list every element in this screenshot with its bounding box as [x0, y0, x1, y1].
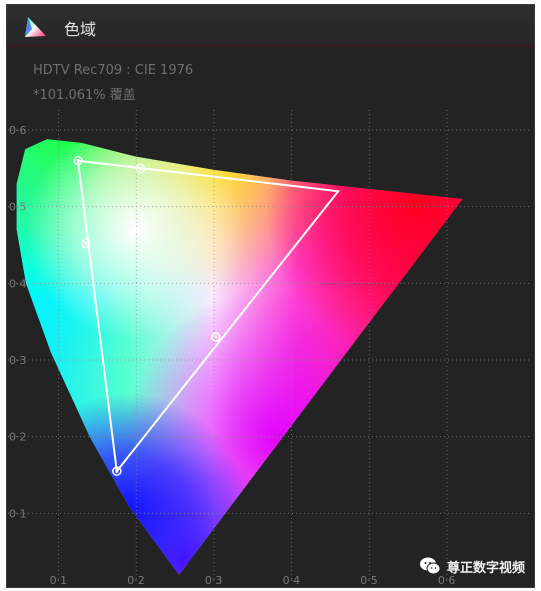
y-tick-label: 0·1 [9, 507, 27, 520]
cie-chart: 0·10·20·30·40·50·60·1 0·2 0·3 0·4 0·5 0·6 [8, 110, 530, 587]
gamut-marker-dot [134, 230, 138, 234]
x-tick-label: 0·2 [127, 574, 144, 587]
y-tick-label: 0·2 [9, 431, 27, 444]
y-tick-label: 0·3 [9, 354, 27, 367]
x-tick-label: 0·1 [50, 574, 68, 587]
wechat-icon [420, 557, 441, 575]
spectral-locus-fill [16, 139, 463, 575]
x-tick-label: 0·4 [283, 574, 301, 587]
y-tick-label: 0·5 [9, 201, 27, 214]
gamut-marker-dot [139, 166, 143, 170]
y-tick-label: 0·4 [9, 277, 27, 290]
watermark-text: 尊正数字视频 [447, 560, 526, 576]
gamut-marker-dot [115, 469, 119, 473]
watermark: 尊正数字视频 [419, 554, 525, 578]
x-tick-label: 0·3 [205, 574, 223, 587]
gamut-marker-dot [76, 159, 80, 163]
y-tick-label: 0·6 [9, 124, 27, 137]
gamut-marker-dot [214, 335, 218, 339]
gamut-marker-dot [84, 241, 88, 245]
x-tick-label: 0·5 [360, 574, 378, 587]
